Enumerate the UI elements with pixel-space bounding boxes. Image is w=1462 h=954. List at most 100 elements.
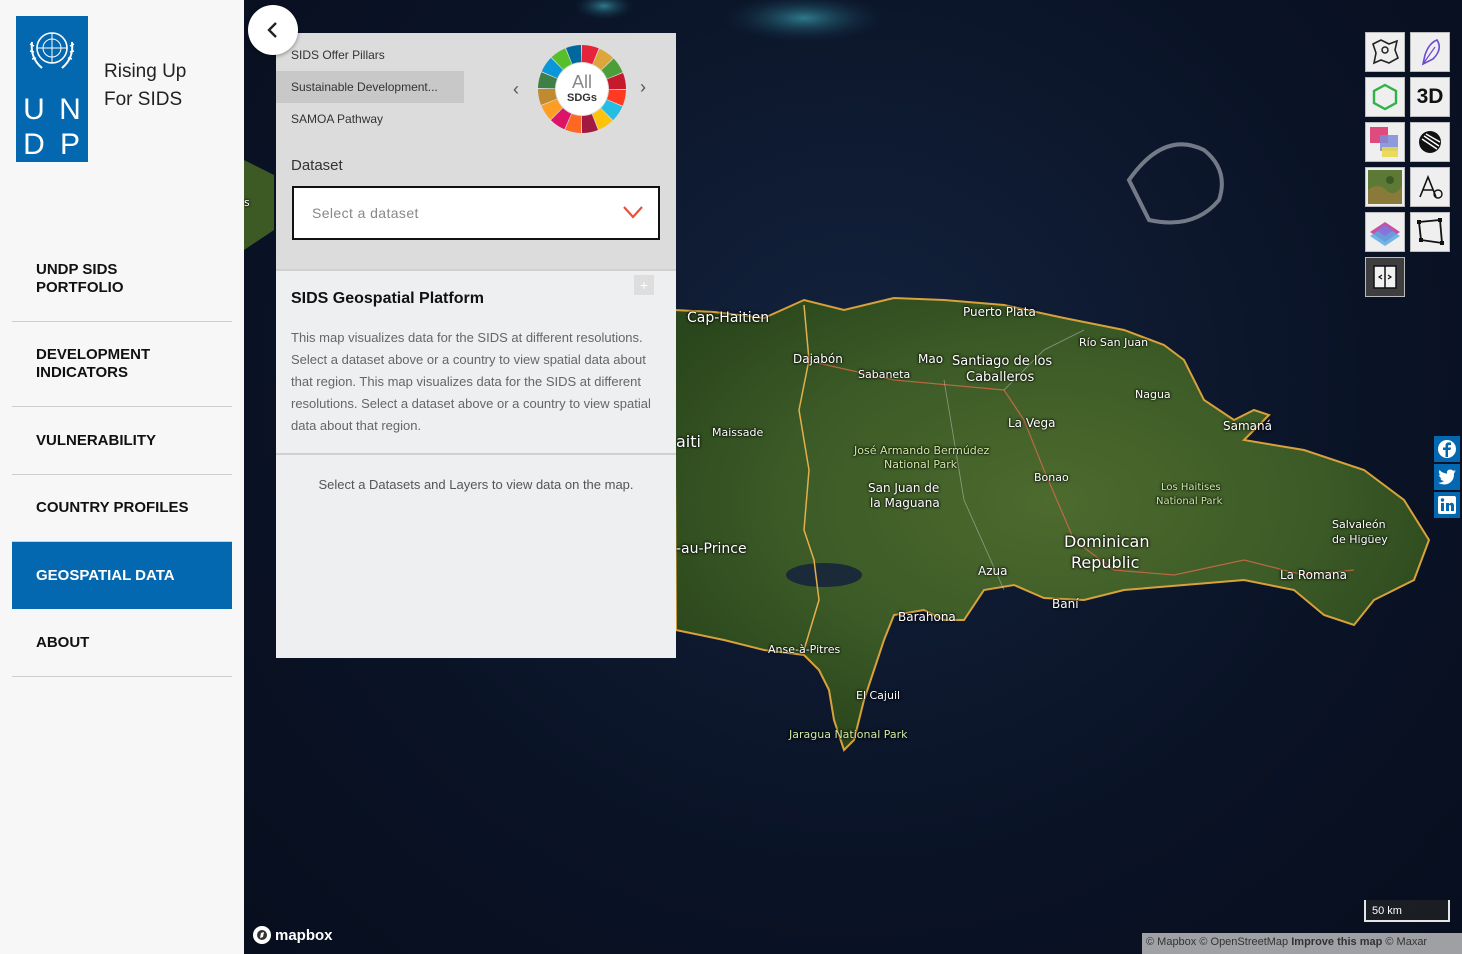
map-label-park: Los Haitises xyxy=(1161,482,1221,493)
map-label-city: la Maguana xyxy=(870,496,940,510)
map-label-city: Santiago de los xyxy=(952,354,1053,369)
shallow-water xyxy=(574,0,634,20)
globe-tool[interactable] xyxy=(1410,122,1450,162)
mapbox-icon xyxy=(253,926,271,944)
nav-item-sids-portfolio[interactable]: UNDP SIDS PORTFOLIO xyxy=(12,236,232,322)
facebook-icon xyxy=(1438,440,1456,458)
sdg-wheel-line1: All xyxy=(572,72,592,92)
mapbox-logo[interactable]: mapbox xyxy=(252,925,333,945)
hexagon-icon xyxy=(1372,83,1398,111)
map-label-city: La Romana xyxy=(1280,568,1347,582)
nav-item-geospatial-data[interactable]: GEOSPATIAL DATA xyxy=(12,542,232,609)
globe-icon xyxy=(1419,131,1441,153)
prev-arrow-icon[interactable]: ‹ xyxy=(513,79,519,100)
font-icon xyxy=(1419,174,1443,199)
tab-sustainable-development[interactable]: Sustainable Development... xyxy=(276,71,464,103)
site-tagline[interactable]: Rising Up For SIDS xyxy=(104,58,186,114)
palette-icon xyxy=(1370,127,1398,157)
un-emblem-icon xyxy=(29,32,75,69)
polygon-select-tool[interactable] xyxy=(1410,212,1450,252)
map-label-city: Cap-Haitien xyxy=(687,310,770,326)
layers-icon xyxy=(1370,222,1400,246)
nav-item-about[interactable]: ABOUT xyxy=(12,609,232,677)
nav-label: VULNERABILITY xyxy=(36,431,156,449)
map-label-city: Bonao xyxy=(1034,471,1069,484)
dataset-label: Dataset xyxy=(291,157,343,174)
collapse-panel-button[interactable] xyxy=(248,5,298,55)
map-label-city: Salvaleón xyxy=(1332,518,1386,531)
satellite-thumbnail-icon xyxy=(1368,170,1402,204)
map-label-city: Puerto Plata xyxy=(963,305,1036,319)
map-label-city: Samaná xyxy=(1223,419,1272,433)
tagline-line: For SIDS xyxy=(104,89,183,110)
dataset-select[interactable]: Select a dataset xyxy=(292,186,660,240)
linkedin-share-button[interactable] xyxy=(1434,492,1460,518)
cloud-shape xyxy=(1126,142,1224,225)
layers-tool[interactable] xyxy=(1365,212,1405,252)
twitter-icon xyxy=(1438,469,1456,485)
map-label-city: Dajabón xyxy=(793,352,843,366)
map-locate-tool[interactable] xyxy=(1365,32,1405,72)
compare-split-icon xyxy=(1373,265,1397,289)
undp-letters: U N D P xyxy=(16,92,88,162)
tagline-line: Rising Up xyxy=(104,61,187,82)
panel-header: SIDS Offer Pillars Sustainable Developme… xyxy=(276,33,676,269)
map-label-country: Republic xyxy=(1071,553,1140,572)
sdg-wheel-line2: SDGs xyxy=(567,92,597,104)
mapbox-wordmark: mapbox xyxy=(275,926,333,944)
sdg-wheel-icon[interactable]: All SDGs xyxy=(536,43,628,135)
map-label-city: Mao xyxy=(918,352,944,366)
map-label-city: La Vega xyxy=(1008,416,1056,430)
polygon-icon xyxy=(1417,218,1444,245)
region-map-icon xyxy=(1372,39,1399,65)
chevron-left-icon xyxy=(267,22,277,38)
attribution-text[interactable]: © Mapbox © OpenStreetMap xyxy=(1146,936,1288,948)
expand-button[interactable]: + xyxy=(634,275,654,295)
map-label-city: Nagua xyxy=(1135,388,1171,401)
attribution-maxar[interactable]: © Maxar xyxy=(1385,936,1427,948)
nav-item-vulnerability[interactable]: VULNERABILITY xyxy=(12,407,232,475)
3d-label: 3D xyxy=(1416,85,1444,108)
map-label-city: s xyxy=(244,196,250,209)
tab-sids-offer-pillars[interactable]: SIDS Offer Pillars xyxy=(276,39,464,71)
compare-tool[interactable] xyxy=(1365,257,1405,297)
nav-label: UNDP SIDS PORTFOLIO xyxy=(36,260,124,296)
nav-label: ABOUT xyxy=(36,633,90,651)
linkedin-icon xyxy=(1438,496,1456,514)
toggle-3d-button[interactable]: 3D xyxy=(1410,77,1450,117)
map-label-park: Jaragua National Park xyxy=(789,728,908,741)
nav-item-country-profiles[interactable]: COUNTRY PROFILES xyxy=(12,475,232,542)
map-label-city: Anse-à-Pitres xyxy=(768,643,841,656)
map-label-city: Sabaneta xyxy=(858,368,911,381)
undp-logo[interactable]: U N D P xyxy=(16,16,88,162)
color-scheme-tool[interactable] xyxy=(1365,122,1405,162)
map-label-city: -au-Prince xyxy=(676,541,747,557)
map-draw-tool[interactable] xyxy=(1410,32,1450,72)
map-label-city: Azua xyxy=(978,564,1008,578)
improve-map-link[interactable]: Improve this map xyxy=(1291,936,1382,948)
next-arrow-icon[interactable]: › xyxy=(640,77,646,98)
info-title: SIDS Geospatial Platform xyxy=(291,290,484,307)
nav-label: COUNTRY PROFILES xyxy=(36,499,189,516)
map-attribution: © Mapbox © OpenStreetMap Improve this ma… xyxy=(1142,933,1462,954)
facebook-share-button[interactable] xyxy=(1434,436,1460,462)
info-body: This map visualizes data for the SIDS at… xyxy=(291,330,651,433)
main-nav: UNDP SIDS PORTFOLIO DEVELOPMENT INDICATO… xyxy=(12,236,232,677)
nav-item-development-indicators[interactable]: DEVELOPMENT INDICATORS xyxy=(12,322,232,407)
map-label-city: Maissade xyxy=(712,426,764,439)
basemap-tool[interactable] xyxy=(1365,167,1405,207)
logo-letter: U xyxy=(23,93,45,126)
tab-samoa-pathway[interactable]: SAMOA Pathway xyxy=(276,103,464,135)
map-label-park: National Park xyxy=(1156,496,1223,507)
hexagon-layer-tool[interactable] xyxy=(1365,77,1405,117)
map-label-city: de Higüey xyxy=(1332,533,1388,546)
map-label-park: José Armando Bermúdez xyxy=(854,444,990,457)
logo-letter: P xyxy=(59,128,80,161)
nav-label: DEVELOPMENT INDICATORS xyxy=(36,346,151,381)
map-label-city: Barahona xyxy=(898,610,956,624)
labels-tool[interactable] xyxy=(1410,167,1450,207)
map-label-city: Río San Juan xyxy=(1079,336,1149,349)
nav-label: GEOSPATIAL DATA xyxy=(36,566,175,584)
twitter-share-button[interactable] xyxy=(1434,464,1460,490)
lake xyxy=(786,563,862,587)
